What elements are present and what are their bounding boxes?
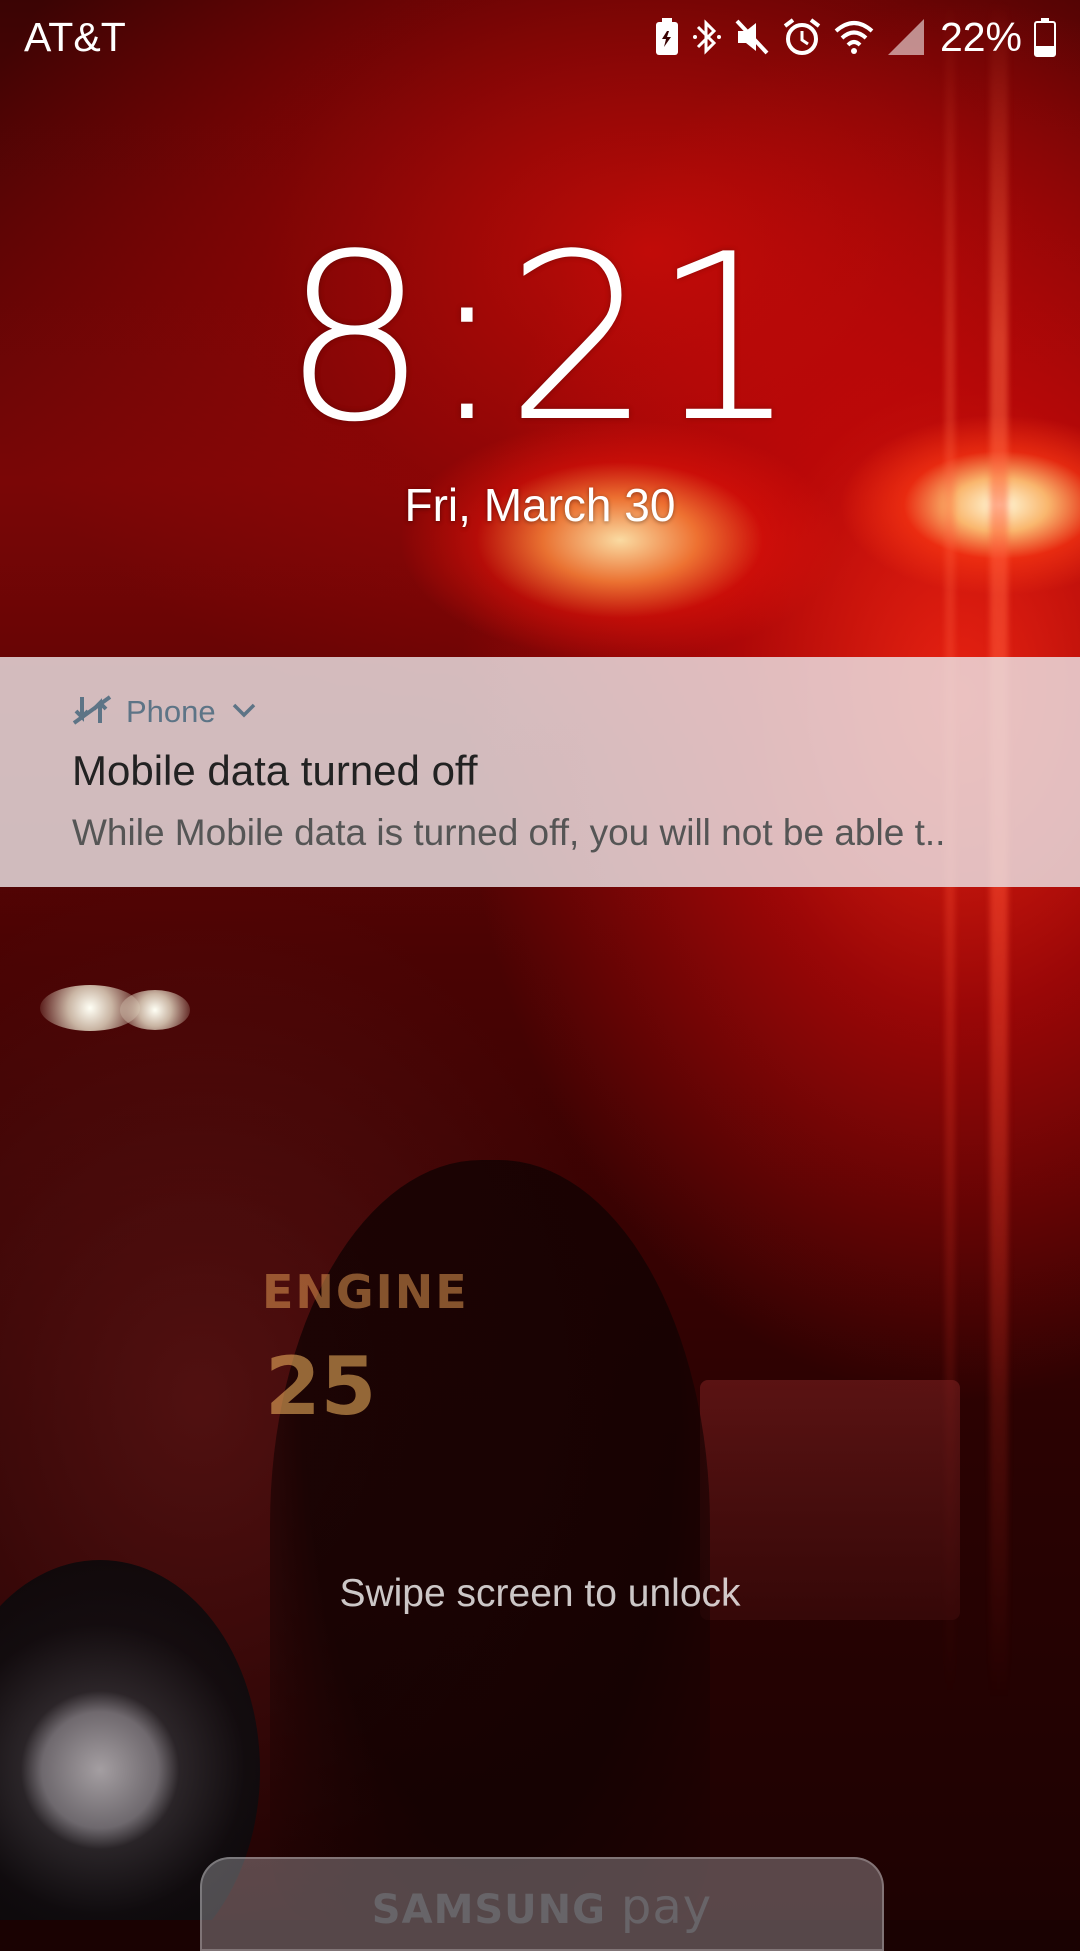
- samsung-pay-product: pay: [620, 1879, 713, 1935]
- battery-icon: [1034, 17, 1056, 57]
- notification-body: While Mobile data is turned off, you wil…: [72, 812, 946, 853]
- notification-app-name: Phone: [126, 694, 216, 729]
- alarm-icon: [782, 17, 822, 57]
- clock: 8:21: [281, 206, 799, 473]
- samsung-pay-logo: SAMSUNG pay: [202, 1879, 882, 1935]
- mute-icon: [734, 17, 770, 57]
- notification-title: Mobile data turned off: [72, 747, 478, 794]
- chevron-down-icon[interactable]: [230, 700, 258, 725]
- samsung-pay-handle[interactable]: SAMSUNG pay: [200, 1857, 884, 1951]
- battery-percent: 22%: [939, 13, 1022, 60]
- headlight: [120, 990, 190, 1030]
- unlock-hint: Swipe screen to unlock: [339, 1572, 741, 1615]
- notification-header: Phone: [72, 687, 258, 737]
- status-icons: 22%: [654, 12, 1056, 62]
- samsung-pay-brand: SAMSUNG: [371, 1887, 606, 1933]
- date: Fri, March 30: [404, 479, 676, 531]
- battery-saver-icon: [654, 17, 680, 57]
- carrier-name: AT&T: [24, 14, 126, 60]
- no-data-icon: [72, 693, 112, 732]
- bluetooth-icon: [692, 16, 722, 58]
- wifi-icon: [834, 17, 874, 57]
- engine-label: ENGINE: [262, 1265, 469, 1319]
- engine-number: 25: [265, 1340, 377, 1433]
- notification-card[interactable]: Phone Mobile data turned off While Mobil…: [0, 657, 1080, 887]
- signal-icon: [886, 17, 926, 57]
- status-bar: AT&T 22%: [0, 0, 1080, 75]
